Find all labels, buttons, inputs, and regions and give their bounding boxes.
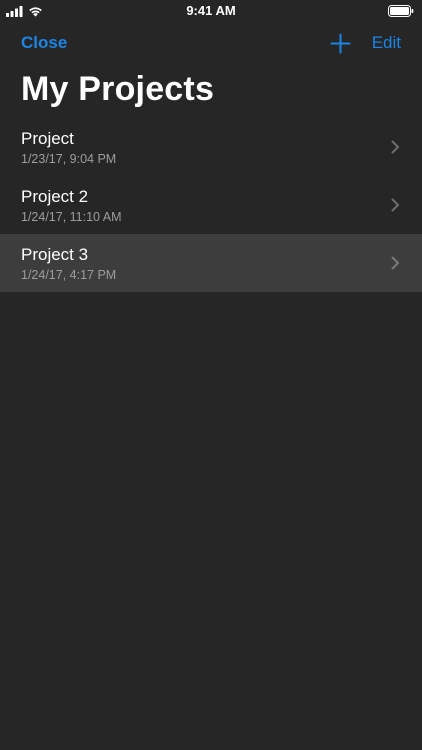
close-button[interactable]: Close — [21, 33, 67, 53]
navigation-bar: Close Edit — [0, 22, 422, 66]
project-name: Project 2 — [21, 187, 89, 206]
chevron-right-icon — [391, 140, 399, 154]
status-time: 9:41 AM — [186, 3, 236, 18]
project-name: Project 3 — [21, 245, 89, 264]
project-row[interactable]: Project 1/23/17, 9:04 PM — [0, 118, 422, 176]
project-date: 1/24/17, 4:17 PM — [21, 268, 117, 282]
chevron-right-icon — [391, 198, 399, 212]
edit-button[interactable]: Edit — [372, 33, 401, 53]
project-date: 1/23/17, 9:04 PM — [21, 152, 117, 166]
status-right — [388, 4, 414, 18]
page-title: My Projects — [21, 70, 215, 108]
project-date: 1/24/17, 11:10 AM — [21, 210, 122, 224]
status-bar: 9:41 AM — [0, 0, 422, 22]
project-name: Project — [21, 129, 74, 148]
chevron-right-icon — [391, 256, 399, 270]
battery-icon — [388, 5, 414, 17]
project-row-selected[interactable]: Project 3 1/24/17, 4:17 PM — [0, 234, 422, 292]
project-row[interactable]: Project 2 1/24/17, 11:10 AM — [0, 176, 422, 234]
plus-icon[interactable] — [330, 33, 351, 54]
project-list: Project 1/23/17, 9:04 PM Project 2 1/24/… — [0, 118, 422, 292]
